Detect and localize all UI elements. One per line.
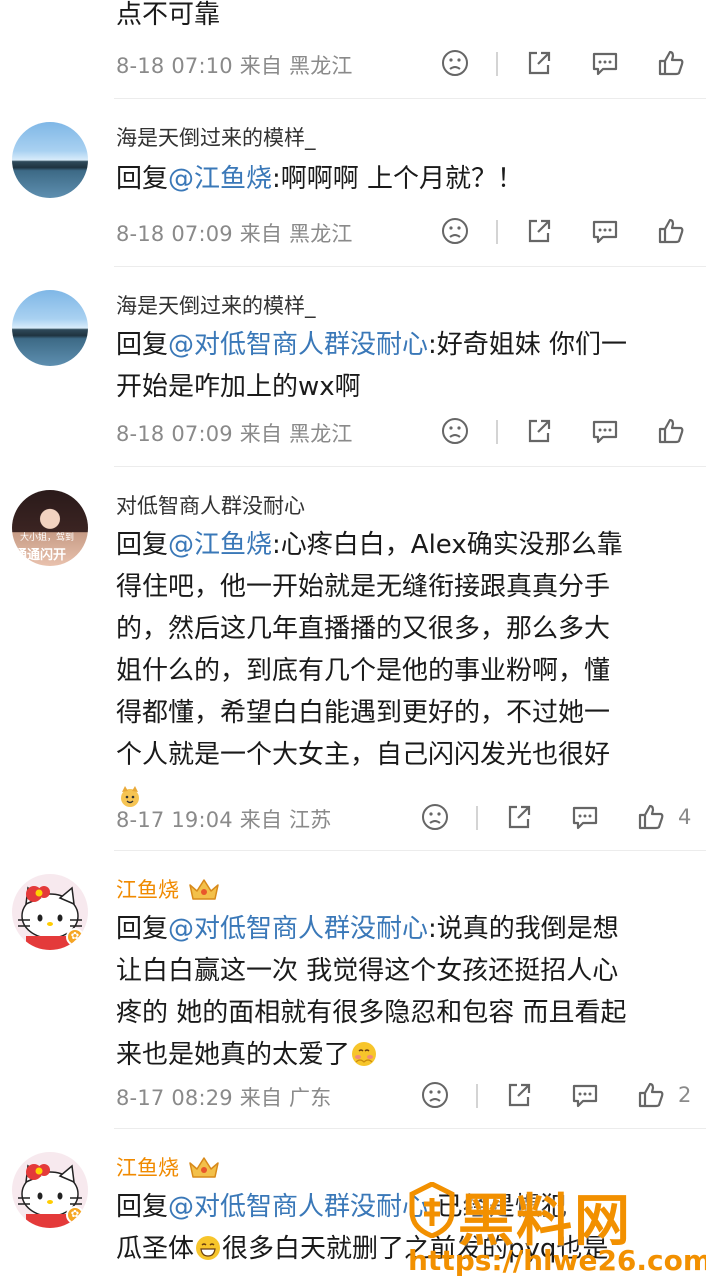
comment-text: 回复@江鱼烧:心疼白白，Alex确实没那么靠 得住吧，他一开始就是无缝衔接跟真真… xyxy=(116,524,690,818)
avatar[interactable] xyxy=(12,122,88,198)
dislike-icon[interactable] xyxy=(440,416,470,446)
verified-badge-icon: ✿ xyxy=(66,1206,84,1224)
comment-content: 疼的 她的面相就有很多隐忍和包容 而且看起 xyxy=(116,998,627,1028)
avatar-caption: 通通闪开 xyxy=(14,548,67,563)
avatar[interactable]: ✿ xyxy=(12,1152,88,1228)
divider xyxy=(114,1128,706,1129)
divider xyxy=(114,266,706,267)
reply-icon[interactable] xyxy=(570,1080,600,1110)
like-icon[interactable] xyxy=(656,216,686,246)
like-icon[interactable] xyxy=(656,416,686,446)
divider xyxy=(476,1084,478,1108)
comment-content: 瓜圣体 xyxy=(116,1234,195,1264)
comment-actions xyxy=(440,216,690,250)
comment-meta: 8-17 08:29 来自 广东 xyxy=(116,1086,332,1110)
comment-username[interactable]: 海是天倒过来的模样_ xyxy=(116,290,316,320)
watermark-logo-icon xyxy=(409,1182,455,1238)
mention-link[interactable]: @对低智商人群没耐心 xyxy=(168,1192,428,1222)
divider xyxy=(476,806,478,830)
comment-content: 姐什么的，到底有几个是他的事业粉啊，懂 xyxy=(116,656,611,686)
dislike-icon[interactable] xyxy=(420,1080,450,1110)
comment-content: 得都懂，希望白白能遇到更好的，不过她一 xyxy=(116,698,611,728)
comment-username[interactable]: 海是天倒过来的模样_ xyxy=(116,122,316,152)
comment-meta: 8-18 07:09 来自 黑龙江 xyxy=(116,222,353,246)
divider xyxy=(496,52,498,76)
like-count: 2 xyxy=(678,1083,692,1107)
watermark-url: https://hlwe26.com xyxy=(408,1244,706,1277)
avatar[interactable]: 大小姐，驾到 通通闪开 xyxy=(12,490,88,566)
share-icon[interactable] xyxy=(524,48,554,78)
divider xyxy=(496,420,498,444)
crown-icon xyxy=(189,879,219,900)
mention-link[interactable]: @江鱼烧 xyxy=(168,164,272,194)
comment-content: :心疼白白，Alex确实没那么靠 xyxy=(272,530,623,560)
reply-prefix: 回复 xyxy=(116,530,169,560)
comment-text: 回复@对低智商人群没耐心:说真的我倒是想 让白白赢这一次 我觉得这个女孩还挺招人… xyxy=(116,908,690,1076)
username-text: 江鱼烧 xyxy=(116,878,179,902)
comment-content: 得住吧，他一开始就是无缝衔接跟真真分手 xyxy=(116,572,611,602)
reply-prefix: 回复 xyxy=(116,164,169,194)
mention-link[interactable]: @对低智商人群没耐心 xyxy=(168,914,428,944)
comment-content: 的，然后这几年直播播的又很多，那么多大 xyxy=(116,614,611,644)
avatar[interactable] xyxy=(12,290,88,366)
share-icon[interactable] xyxy=(524,216,554,246)
comment-content: :说真的我倒是想 xyxy=(428,914,619,944)
divider xyxy=(114,98,706,99)
divider xyxy=(114,466,706,467)
comment-username[interactable]: 江鱼烧 xyxy=(116,874,221,904)
comment-content: 让白白赢这一次 我觉得这个女孩还挺招人心 xyxy=(116,956,619,986)
shy-emoji-icon xyxy=(352,1042,377,1066)
like-icon[interactable] xyxy=(656,48,686,78)
comment-username[interactable]: 江鱼烧 xyxy=(116,1152,221,1182)
mention-link[interactable]: @对低智商人群没耐心 xyxy=(168,330,428,360)
like-count: 4 xyxy=(678,805,692,829)
comment-content: 开始是咋加上的wx啊 xyxy=(116,372,361,402)
dislike-icon[interactable] xyxy=(440,216,470,246)
share-icon[interactable] xyxy=(504,802,534,832)
comment-content: :啊啊啊 上个月就？！ xyxy=(272,164,524,194)
reply-prefix: 回复 xyxy=(116,330,169,360)
dislike-icon[interactable] xyxy=(420,802,450,832)
reply-prefix: 回复 xyxy=(116,914,169,944)
reply-prefix: 回复 xyxy=(116,1192,169,1222)
divider xyxy=(114,850,706,851)
comment-text: 回复@江鱼烧:啊啊啊 上个月就？！ xyxy=(116,158,690,200)
comment-username[interactable]: 对低智商人群没耐心 xyxy=(116,490,305,520)
username-text: 江鱼烧 xyxy=(116,1156,179,1180)
grin-emoji-icon xyxy=(196,1236,221,1260)
comment-text: 回复@对低智商人群没耐心:好奇姐妹 你们一 开始是咋加上的wx啊 xyxy=(116,324,690,408)
watermark: 黑料网 https://hlwe26.com xyxy=(408,1168,706,1280)
comment-actions xyxy=(440,48,690,82)
comment-actions: 4 xyxy=(420,802,691,836)
comment-content: :好奇姐妹 你们一 xyxy=(428,330,628,360)
avatar-caption: 大小姐，驾到 xyxy=(20,533,75,543)
share-icon[interactable] xyxy=(524,416,554,446)
avatar[interactable]: ✿ xyxy=(12,874,88,950)
comment-text: 点不可靠 xyxy=(116,0,221,30)
crown-icon xyxy=(189,1157,219,1178)
reply-icon[interactable] xyxy=(590,416,620,446)
comment-meta: 8-18 07:09 来自 黑龙江 xyxy=(116,422,353,446)
like-icon[interactable] xyxy=(636,1080,666,1110)
comment-meta: 8-18 07:10 来自 黑龙江 xyxy=(116,54,353,78)
like-icon[interactable] xyxy=(636,802,666,832)
comment-content: 来也是她真的太爱了 xyxy=(116,1040,351,1070)
reply-icon[interactable] xyxy=(570,802,600,832)
comment-actions xyxy=(440,416,690,450)
share-icon[interactable] xyxy=(504,1080,534,1110)
reply-icon[interactable] xyxy=(590,216,620,246)
verified-badge-icon: ✿ xyxy=(66,928,84,946)
comment-content: 个人就是一个大女主，自己闪闪发光也很好 xyxy=(116,740,611,770)
divider xyxy=(496,220,498,244)
reply-icon[interactable] xyxy=(590,48,620,78)
comment-meta: 8-17 19:04 来自 江苏 xyxy=(116,808,332,832)
dislike-icon[interactable] xyxy=(440,48,470,78)
mention-link[interactable]: @江鱼烧 xyxy=(168,530,272,560)
comment-actions: 2 xyxy=(420,1080,691,1114)
